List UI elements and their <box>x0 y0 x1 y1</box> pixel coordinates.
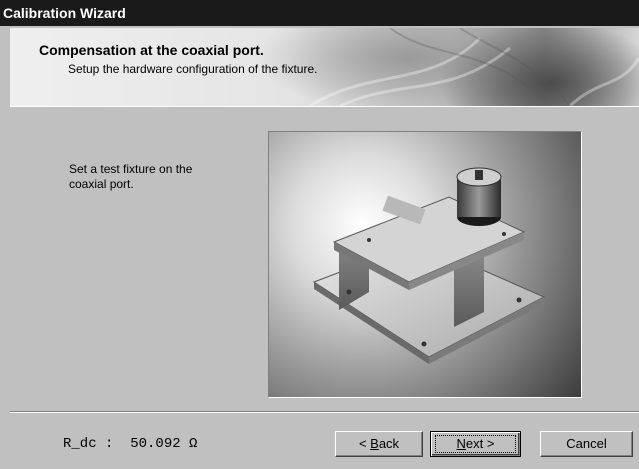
next-button[interactable]: Next > <box>430 431 521 457</box>
test-fixture-icon <box>312 167 546 364</box>
cancel-button[interactable]: Cancel <box>540 431 633 457</box>
back-button[interactable]: < Back <box>335 431 423 457</box>
window-title: Calibration Wizard <box>3 5 126 21</box>
instruction-line-1: Set a test fixture on the <box>69 162 193 176</box>
instruction-text: Set a test fixture on the coaxial port. <box>69 162 249 192</box>
back-accel: B <box>370 436 379 451</box>
footer-divider-highlight <box>10 412 639 413</box>
calibration-wizard-window: Calibration Wizard Compensation at the c… <box>0 0 639 469</box>
wizard-header: Compensation at the coaxial port. Setup … <box>10 28 639 107</box>
page-title: Compensation at the coaxial port. <box>39 42 264 58</box>
instruction-line-2: coaxial port. <box>69 177 134 191</box>
focus-rect <box>435 435 516 453</box>
title-bar: Calibration Wizard <box>0 0 639 26</box>
page-subtitle: Setup the hardware configuration of the … <box>68 62 318 76</box>
rdc-readout: R_dc : 50.092 Ω <box>63 436 198 452</box>
back-label: ack <box>378 436 400 451</box>
header-divider <box>10 106 639 107</box>
fixture-image <box>268 131 582 398</box>
back-prefix: < <box>358 436 371 451</box>
